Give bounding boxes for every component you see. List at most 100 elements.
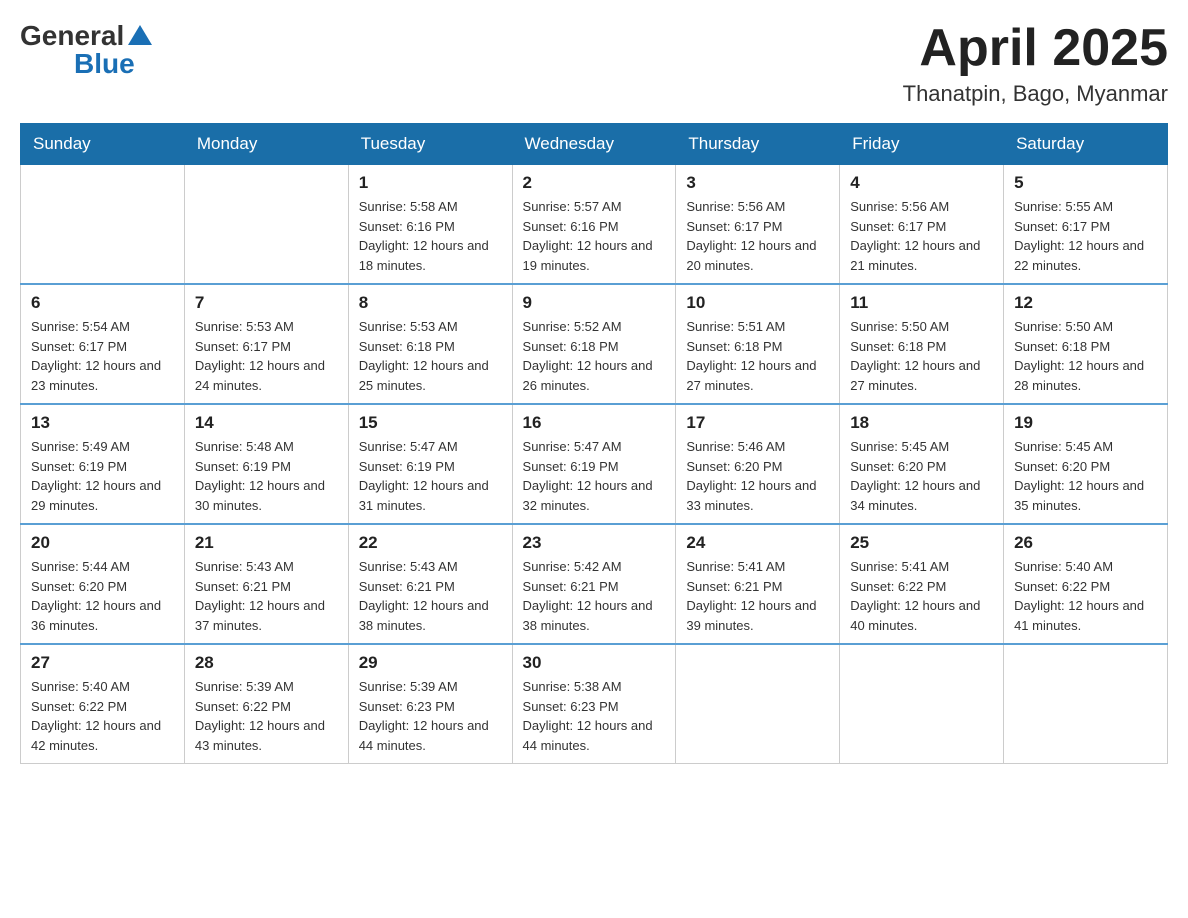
day-number: 1 <box>359 173 502 193</box>
sunset-text: Sunset: 6:17 PM <box>1014 219 1110 234</box>
daylight-text: Daylight: 12 hours and 24 minutes. <box>195 358 325 393</box>
day-info: Sunrise: 5:39 AMSunset: 6:22 PMDaylight:… <box>195 677 338 755</box>
day-info: Sunrise: 5:55 AM Sunset: 6:17 PM Daylight:… <box>1014 197 1157 275</box>
logo: General Blue <box>20 20 154 80</box>
day-number: 23 <box>523 533 666 553</box>
header-wednesday: Wednesday <box>512 124 676 165</box>
day-number: 21 <box>195 533 338 553</box>
daylight-text: Daylight: 12 hours and 20 minutes. <box>686 238 816 273</box>
day-info: Sunrise: 5:43 AMSunset: 6:21 PMDaylight:… <box>195 557 338 635</box>
daylight-text: Daylight: 12 hours and 19 minutes. <box>523 238 653 273</box>
page-header: General Blue April 2025 Thanatpin, Bago,… <box>20 20 1168 107</box>
day-cell: 17 Sunrise: 5:46 AMSunset: 6:20 PMDayligh… <box>676 404 840 524</box>
day-number: 4 <box>850 173 993 193</box>
weekday-header-row: Sunday Monday Tuesday Wednesday Thursday… <box>21 124 1168 165</box>
logo-triangle-icon <box>126 21 154 49</box>
sunset-text: Sunset: 6:18 PM <box>1014 339 1110 354</box>
day-number: 18 <box>850 413 993 433</box>
sunrise-text: Sunrise: 5:55 AM <box>1014 199 1113 214</box>
sunrise-text: Sunrise: 5:57 AM <box>523 199 622 214</box>
sunrise-text: Sunrise: 5:49 AM <box>31 439 130 454</box>
day-number: 10 <box>686 293 829 313</box>
sunset-text: Sunset: 6:18 PM <box>523 339 619 354</box>
sunrise-text: Sunrise: 5:39 AM <box>359 679 458 694</box>
daylight-text: Daylight: 12 hours and 29 minutes. <box>31 478 161 513</box>
sunrise-text: Sunrise: 5:43 AM <box>195 559 294 574</box>
daylight-text: Daylight: 12 hours and 42 minutes. <box>31 718 161 753</box>
day-cell: 19Sunrise: 5:45 AMSunset: 6:20 PMDayligh… <box>1004 404 1168 524</box>
sunrise-text: Sunrise: 5:41 AM <box>850 559 949 574</box>
sunset-text: Sunset: 6:18 PM <box>359 339 455 354</box>
day-cell: 16Sunrise: 5:47 AMSunset: 6:19 PMDayligh… <box>512 404 676 524</box>
daylight-text: Daylight: 12 hours and 21 minutes. <box>850 238 980 273</box>
sunset-text: Sunset: 6:23 PM <box>359 699 455 714</box>
sunrise-text: Sunrise: 5:54 AM <box>31 319 130 334</box>
day-number: 13 <box>31 413 174 433</box>
day-cell: 8Sunrise: 5:53 AMSunset: 6:18 PMDaylight… <box>348 284 512 404</box>
day-cell: 15Sunrise: 5:47 AMSunset: 6:19 PMDayligh… <box>348 404 512 524</box>
daylight-text: Daylight: 12 hours and 44 minutes. <box>523 718 653 753</box>
day-cell: 13Sunrise: 5:49 AMSunset: 6:19 PMDayligh… <box>21 404 185 524</box>
sunrise-text: Sunrise: 5:50 AM <box>850 319 949 334</box>
sunrise-text: Sunrise: 5:47 AM <box>523 439 622 454</box>
daylight-text: Daylight: 12 hours and 41 minutes. <box>1014 598 1144 633</box>
daylight-text: Daylight: 12 hours and 33 minutes. <box>686 478 816 513</box>
day-info: Sunrise: 5:58 AMSunset: 6:16 PMDaylight:… <box>359 197 502 275</box>
daylight-text: Daylight: 12 hours and 44 minutes. <box>359 718 489 753</box>
day-info: Sunrise: 5:41 AMSunset: 6:21 PMDaylight:… <box>686 557 829 635</box>
daylight-text: Daylight: 12 hours and 22 minutes. <box>1014 238 1144 273</box>
sunrise-text: Sunrise: 5:56 AM <box>850 199 949 214</box>
sunset-text: Sunset: 6:22 PM <box>31 699 127 714</box>
day-info: Sunrise: 5:53 AMSunset: 6:18 PMDaylight:… <box>359 317 502 395</box>
daylight-text: Daylight: 12 hours and 43 minutes. <box>195 718 325 753</box>
week-row-4: 20Sunrise: 5:44 AMSunset: 6:20 PMDayligh… <box>21 524 1168 644</box>
daylight-text: Daylight: 12 hours and 36 minutes. <box>31 598 161 633</box>
day-number: 11 <box>850 293 993 313</box>
title-area: April 2025 Thanatpin, Bago, Myanmar <box>903 20 1168 107</box>
daylight-text: Daylight: 12 hours and 38 minutes. <box>523 598 653 633</box>
day-cell: 7Sunrise: 5:53 AMSunset: 6:17 PMDaylight… <box>184 284 348 404</box>
sunrise-text: Sunrise: 5:46 AM <box>686 439 785 454</box>
day-cell: 12Sunrise: 5:50 AMSunset: 6:18 PMDayligh… <box>1004 284 1168 404</box>
sunset-text: Sunset: 6:16 PM <box>523 219 619 234</box>
day-cell: 20Sunrise: 5:44 AMSunset: 6:20 PMDayligh… <box>21 524 185 644</box>
day-info: Sunrise: 5:43 AMSunset: 6:21 PMDaylight:… <box>359 557 502 635</box>
sunrise-text: Sunrise: 5:53 AM <box>195 319 294 334</box>
sunrise-text: Sunrise: 5:45 AM <box>1014 439 1113 454</box>
day-number: 15 <box>359 413 502 433</box>
sunrise-text: Sunrise: 5:56 AM <box>686 199 785 214</box>
month-title: April 2025 <box>903 20 1168 77</box>
sunrise-text: Sunrise: 5:43 AM <box>359 559 458 574</box>
day-info: Sunrise: 5:50 AMSunset: 6:18 PMDaylight:… <box>850 317 993 395</box>
day-cell: 29Sunrise: 5:39 AMSunset: 6:23 PMDayligh… <box>348 644 512 764</box>
daylight-text: Daylight: 12 hours and 25 minutes. <box>359 358 489 393</box>
day-number: 17 <box>686 413 829 433</box>
day-info: Sunrise: 5:39 AM Sunset: 6:23 PM Daylight:… <box>359 677 502 755</box>
day-number: 24 <box>686 533 829 553</box>
day-number: 28 <box>195 653 338 673</box>
day-number: 6 <box>31 293 174 313</box>
day-info: Sunrise: 5:51 AMSunset: 6:18 PMDaylight:… <box>686 317 829 395</box>
day-number: 2 <box>523 173 666 193</box>
header-friday: Friday <box>840 124 1004 165</box>
day-cell: 30Sunrise: 5:38 AMSunset: 6:23 PMDayligh… <box>512 644 676 764</box>
sunrise-text: Sunrise: 5:38 AM <box>523 679 622 694</box>
day-info: Sunrise: 5:48 AMSunset: 6:19 PMDaylight:… <box>195 437 338 515</box>
day-number: 5 <box>1014 173 1157 193</box>
day-cell: 28 Sunrise: 5:39 AMSunset: 6:22 PMDayligh… <box>184 644 348 764</box>
day-info: Sunrise: 5:46 AMSunset: 6:20 PMDaylight:… <box>686 437 829 515</box>
day-cell: 21 Sunrise: 5:43 AMSunset: 6:21 PMDayligh… <box>184 524 348 644</box>
location-title: Thanatpin, Bago, Myanmar <box>903 81 1168 107</box>
day-number: 22 <box>359 533 502 553</box>
day-number: 19 <box>1014 413 1157 433</box>
sunset-text: Sunset: 6:22 PM <box>1014 579 1110 594</box>
sunset-text: Sunset: 6:18 PM <box>850 339 946 354</box>
sunrise-text: Sunrise: 5:40 AM <box>1014 559 1113 574</box>
day-cell: 24 Sunrise: 5:41 AMSunset: 6:21 PMDayligh… <box>676 524 840 644</box>
daylight-text: Daylight: 12 hours and 26 minutes. <box>523 358 653 393</box>
daylight-text: Daylight: 12 hours and 32 minutes. <box>523 478 653 513</box>
sunrise-text: Sunrise: 5:52 AM <box>523 319 622 334</box>
daylight-text: Daylight: 12 hours and 37 minutes. <box>195 598 325 633</box>
week-row-5: 27Sunrise: 5:40 AMSunset: 6:22 PMDayligh… <box>21 644 1168 764</box>
day-number: 3 <box>686 173 829 193</box>
